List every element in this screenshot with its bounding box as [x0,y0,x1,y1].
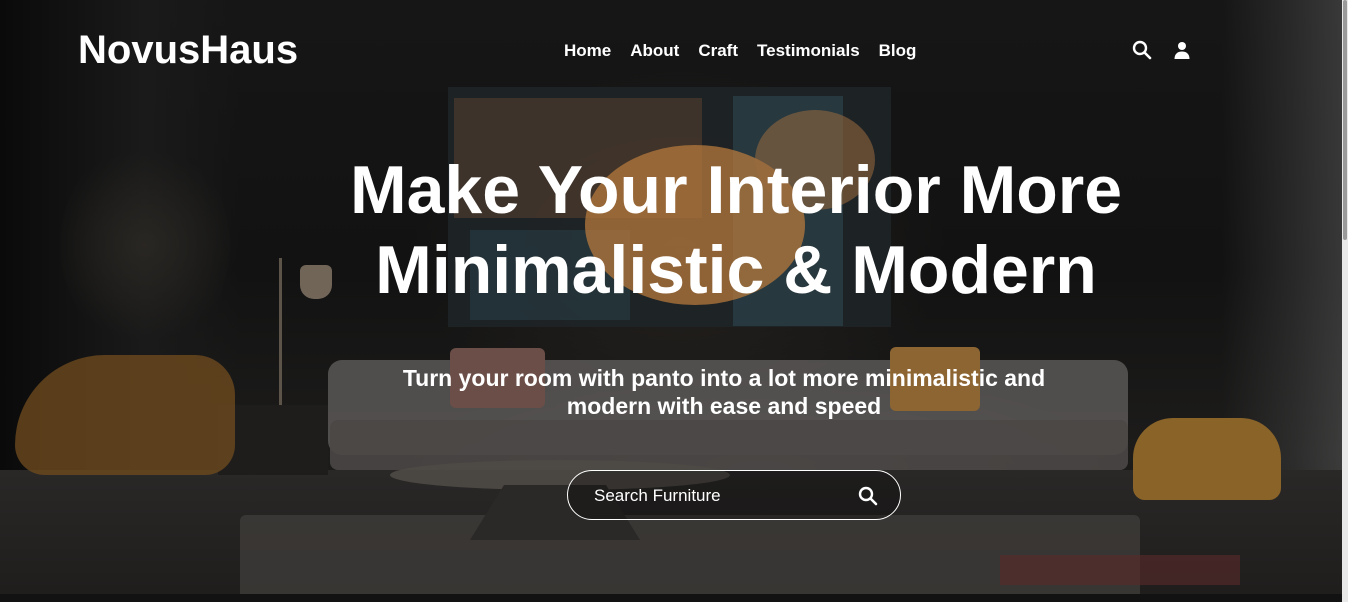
nav-link-home[interactable]: Home [564,41,611,61]
page-scrollbar[interactable] [1342,0,1348,602]
hero-title-line-2: Minimalistic & Modern [375,232,1097,308]
nav-link-testimonials[interactable]: Testimonials [757,41,860,61]
main-menu: Home About Craft Testimonials Blog [564,41,935,61]
hero-title-line-1: Make Your Interior More [349,152,1123,228]
account-button[interactable] [1170,38,1194,62]
search-input[interactable] [592,471,846,520]
nav-link-craft[interactable]: Craft [698,41,738,61]
search-icon [1132,40,1152,60]
scrollbar-thumb[interactable] [1343,0,1347,240]
hero-subtitle-line-2: modern with ease and speed [566,393,882,419]
user-icon [1174,42,1190,59]
search-submit-button[interactable] [856,484,880,508]
search-button[interactable] [1130,38,1154,62]
brand-logo[interactable]: NovusHaus [78,28,298,73]
background-sofa-seat [330,420,1128,470]
search-icon [858,486,878,506]
furniture-search-bar [567,470,901,520]
top-navigation: NovusHaus Home About Craft Testimonials … [0,0,1342,100]
background-rug-accent [1000,555,1240,585]
background-ottoman [1133,418,1281,500]
hero-section: NovusHaus Home About Craft Testimonials … [0,0,1342,602]
section-bottom-edge [0,594,1342,602]
nav-link-about[interactable]: About [630,41,679,61]
hero-title: Make Your Interior More Minimalistic & M… [0,150,1342,310]
nav-link-blog[interactable]: Blog [879,41,917,61]
hero-subtitle-line-1: Turn your room with panto into a lot mor… [402,365,1046,391]
hero-subtitle: Turn your room with panto into a lot mor… [380,364,1068,420]
